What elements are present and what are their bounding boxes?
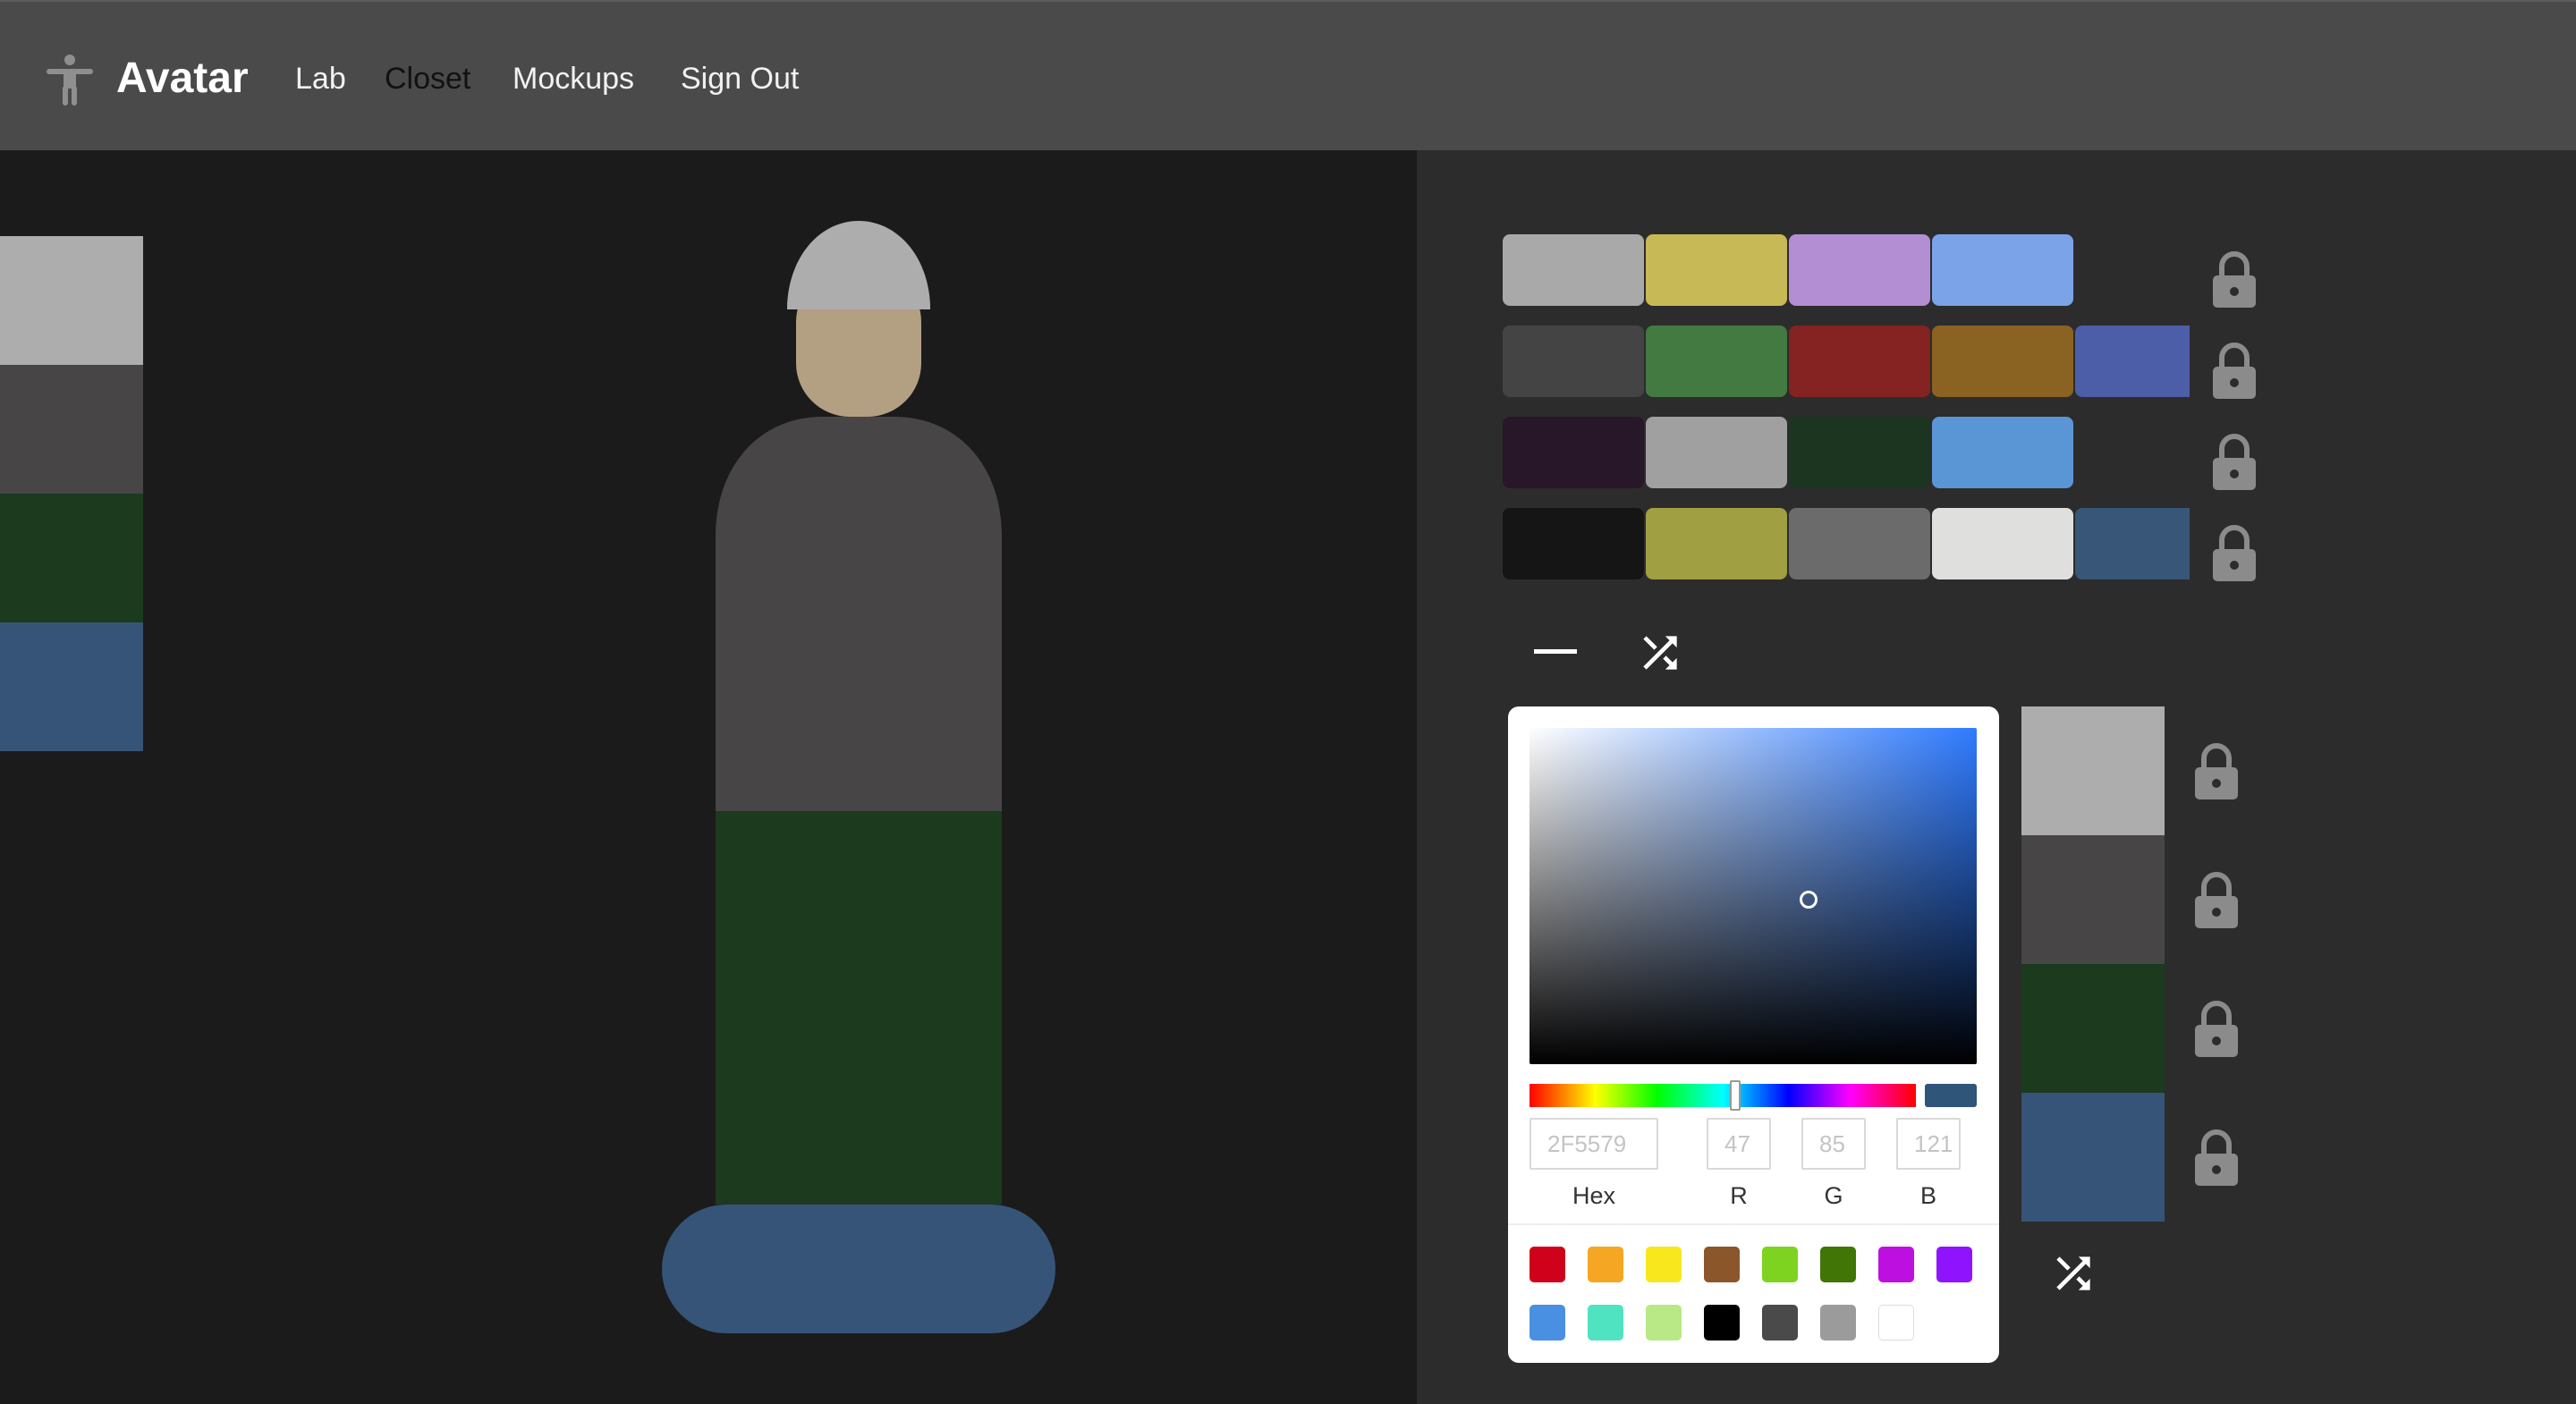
blue-input[interactable]: 121 (1896, 1118, 1961, 1170)
preset-swatch[interactable] (1530, 1305, 1565, 1341)
hex-input[interactable]: 2F5579 (1530, 1118, 1658, 1170)
red-label: R (1730, 1182, 1748, 1209)
palette-swatch[interactable] (1932, 234, 2073, 306)
minus-icon (1534, 649, 1577, 654)
lock-icon[interactable] (2193, 871, 2240, 928)
hex-label: Hex (1572, 1182, 1615, 1209)
avatar-torso (716, 417, 1002, 811)
red-input[interactable]: 47 (1707, 1118, 1771, 1170)
preset-swatch[interactable] (1530, 1247, 1565, 1282)
preset-swatch[interactable] (1820, 1247, 1856, 1282)
palette-swatch[interactable] (1932, 508, 2073, 579)
nav-link-closet[interactable]: Closet (385, 59, 470, 98)
hue-slider-thumb[interactable] (1730, 1080, 1741, 1111)
blue-label: B (1919, 1182, 1936, 1209)
palette-swatch[interactable] (1646, 326, 1787, 397)
avatar-pants (716, 811, 1002, 1205)
lock-icon[interactable] (2211, 524, 2258, 581)
preset-swatch[interactable] (1704, 1247, 1740, 1282)
palette-swatch[interactable] (1789, 234, 1930, 306)
lock-icon[interactable] (2211, 342, 2258, 399)
preset-swatch[interactable] (1878, 1305, 1914, 1341)
navbar: Avatar Lab Closet Mockups Sign Out (0, 0, 2576, 150)
outfit-swatch-pants[interactable] (2021, 964, 2165, 1093)
outfit-swatch-hat[interactable] (2021, 706, 2165, 835)
green-input[interactable]: 85 (1801, 1118, 1866, 1170)
palette-swatch[interactable] (1503, 326, 1644, 397)
avatar-stage (0, 150, 1417, 1404)
palette-swatch[interactable] (1503, 417, 1644, 488)
nav-link-lab[interactable]: Lab (295, 59, 346, 98)
nav-link-mockups[interactable]: Mockups (513, 59, 634, 98)
shuffle-icon (2056, 1256, 2090, 1290)
palette-swatch[interactable] (1789, 508, 1930, 579)
palette-swatch[interactable] (1503, 234, 1644, 306)
preset-swatch[interactable] (1878, 1247, 1914, 1282)
accessibility-icon (47, 55, 93, 106)
lock-icon[interactable] (2193, 1000, 2240, 1057)
preset-swatch[interactable] (1588, 1305, 1623, 1341)
palette-swatch[interactable] (1932, 326, 2073, 397)
palette-swatch[interactable] (1789, 326, 1930, 397)
shuffle-palettes-button[interactable] (1628, 621, 1692, 685)
palette-swatch[interactable] (1646, 417, 1787, 488)
palette-swatch[interactable] (1646, 234, 1787, 306)
palette-swatch[interactable] (1503, 508, 1644, 579)
palette-swatch[interactable] (1789, 417, 1930, 488)
picker-divider (1508, 1223, 1999, 1225)
preset-swatch[interactable] (1704, 1305, 1740, 1341)
selected-color-preview (1925, 1084, 1977, 1107)
lock-icon[interactable] (2193, 742, 2240, 799)
color-picker: 2F5579 47 85 121 Hex R G B (1508, 706, 1999, 1363)
preset-swatch[interactable] (1762, 1247, 1798, 1282)
preset-swatch[interactable] (1646, 1247, 1682, 1282)
lock-icon[interactable] (2211, 250, 2258, 308)
palette-swatch[interactable] (2075, 326, 2190, 397)
remove-palette-button[interactable] (1523, 621, 1588, 685)
brand-title[interactable]: Avatar (116, 52, 249, 106)
preset-swatch[interactable] (1820, 1305, 1856, 1341)
lock-icon[interactable] (2193, 1129, 2240, 1186)
shuffle-icon (1643, 636, 1677, 670)
avatar-shoes (662, 1205, 1055, 1333)
app-root: Avatar Lab Closet Mockups Sign Out 2F557… (0, 0, 2576, 1404)
shuffle-outfit-button[interactable] (2041, 1241, 2106, 1306)
saturation-value-area[interactable] (1530, 728, 1977, 1064)
hue-slider[interactable] (1530, 1084, 1916, 1107)
color-cursor[interactable] (1800, 891, 1818, 909)
lock-icon[interactable] (2211, 433, 2258, 490)
avatar-figure (662, 221, 1055, 1333)
outfit-swatch-shoes[interactable] (2021, 1093, 2165, 1222)
palette-swatch[interactable] (2075, 508, 2190, 579)
preset-swatch[interactable] (1646, 1305, 1682, 1341)
outfit-swatch-shirt[interactable] (2021, 835, 2165, 964)
preset-swatch[interactable] (1936, 1247, 1972, 1282)
palette-swatch[interactable] (1932, 417, 2073, 488)
avatar-hat-dome (787, 221, 930, 309)
green-label: G (1824, 1182, 1843, 1209)
preset-swatch[interactable] (1762, 1305, 1798, 1341)
palette-swatch[interactable] (1646, 508, 1787, 579)
nav-link-sign-out[interactable]: Sign Out (681, 59, 799, 98)
preset-swatch[interactable] (1588, 1247, 1623, 1282)
